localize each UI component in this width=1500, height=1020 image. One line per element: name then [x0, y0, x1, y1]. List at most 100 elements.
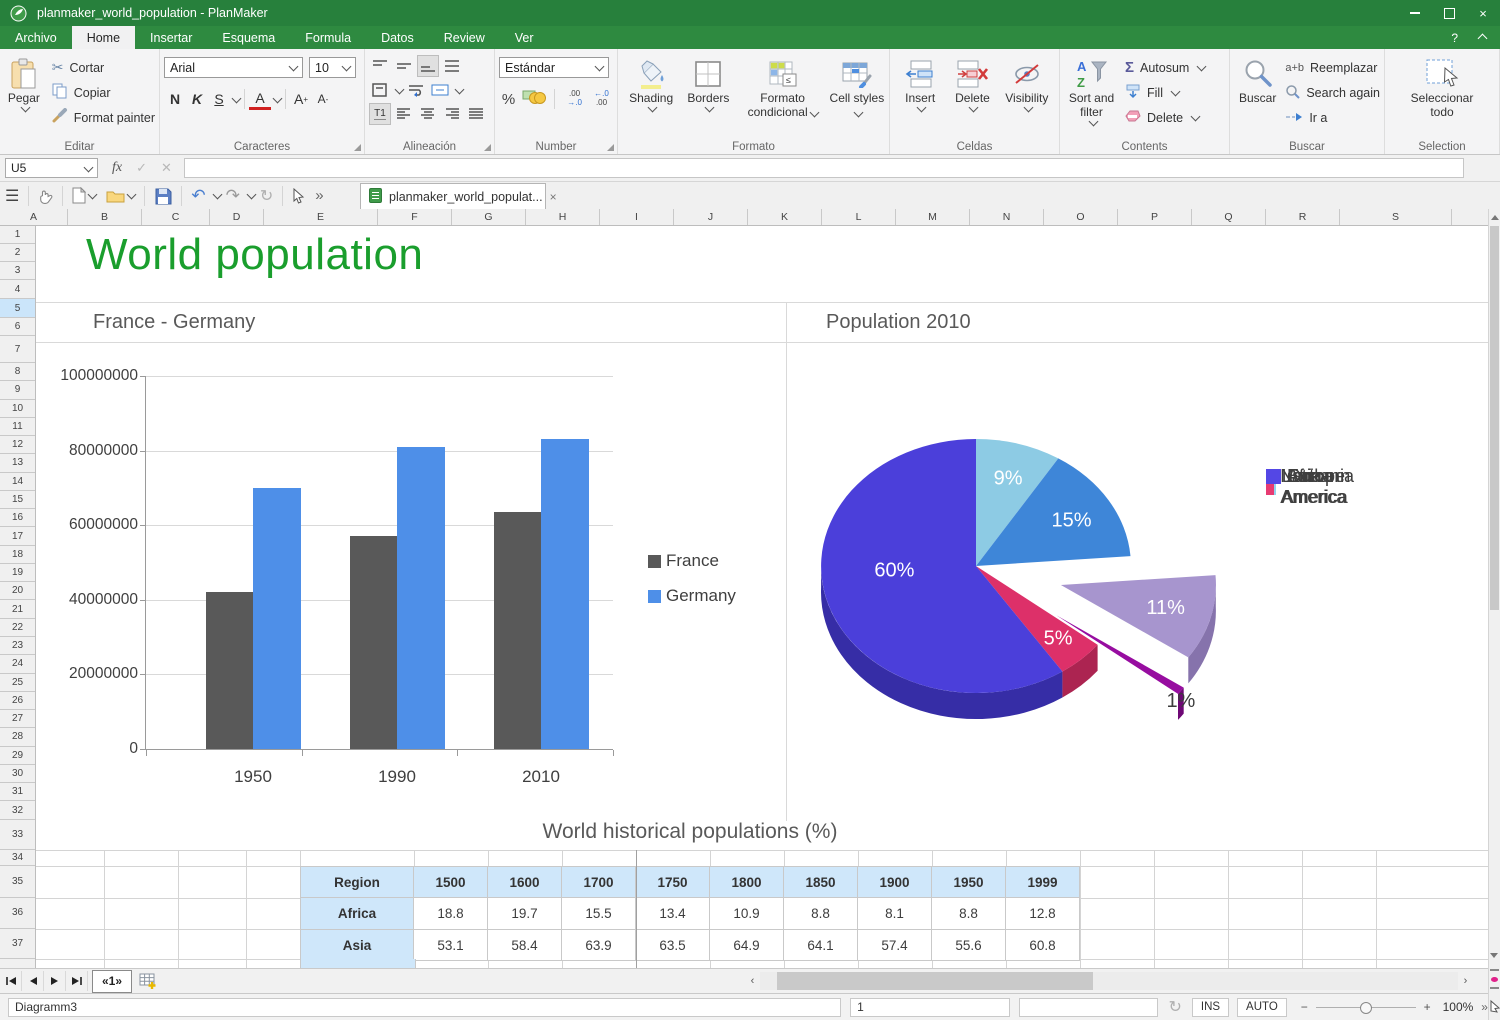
- select-objects-icon[interactable]: [1489, 999, 1500, 1018]
- row-header-9[interactable]: 9: [0, 381, 35, 399]
- hand-tool-icon[interactable]: [38, 188, 53, 204]
- row-header-31[interactable]: 31: [0, 783, 35, 801]
- conditional-formatting-button[interactable]: ≤ Formato condicional: [737, 55, 829, 138]
- row-header-33[interactable]: 33: [0, 820, 35, 850]
- row-header-24[interactable]: 24: [0, 655, 35, 673]
- row-header-11[interactable]: 11: [0, 418, 35, 436]
- column-header-H[interactable]: H: [526, 209, 600, 225]
- cut-button[interactable]: ✂Cortar: [52, 55, 155, 80]
- column-header-E[interactable]: E: [264, 209, 378, 225]
- row-header-22[interactable]: 22: [0, 619, 35, 637]
- table-header-1700[interactable]: 1700: [562, 866, 636, 898]
- horizontal-scroll-thumb[interactable]: [777, 972, 1093, 990]
- row-header-5[interactable]: 5: [0, 299, 35, 318]
- number-format-select[interactable]: Estándar: [499, 57, 609, 78]
- table-header-1900[interactable]: 1900: [858, 866, 932, 898]
- format-painter-button[interactable]: Format painter: [52, 105, 155, 130]
- row-header-15[interactable]: 15: [0, 491, 35, 509]
- table-cell[interactable]: 12.8: [1006, 898, 1080, 930]
- orientation-options-icon[interactable]: [395, 84, 405, 94]
- table-cell[interactable]: 8.8: [932, 898, 1006, 930]
- replace-button[interactable]: a+bReemplazar: [1285, 55, 1380, 80]
- statusbar-more-icon[interactable]: »: [1481, 1000, 1488, 1014]
- first-sheet-button[interactable]: [0, 971, 22, 991]
- row-header-26[interactable]: 26: [0, 692, 35, 710]
- split-top-handle[interactable]: [1490, 969, 1499, 971]
- table-cell[interactable]: 8.8: [784, 898, 858, 930]
- italic-button[interactable]: K: [186, 87, 208, 111]
- shading-button[interactable]: Shading: [622, 55, 680, 138]
- zoom-in-icon[interactable]: +: [1424, 1000, 1431, 1014]
- close-button[interactable]: ×: [1466, 0, 1500, 26]
- new-document-icon[interactable]: [72, 187, 96, 204]
- row-header-21[interactable]: 21: [0, 600, 35, 618]
- split-bottom-handle[interactable]: [1490, 987, 1499, 989]
- table-cell[interactable]: 10.9: [710, 898, 784, 930]
- row-headers[interactable]: 1234567891011121314151617181920212223242…: [0, 226, 36, 968]
- row-header-36[interactable]: 36: [0, 898, 35, 929]
- column-header-D[interactable]: D: [210, 209, 264, 225]
- prev-sheet-button[interactable]: [22, 971, 44, 991]
- tab-close-icon[interactable]: ×: [550, 190, 557, 204]
- add-decimal-button[interactable]: .00→.0: [563, 90, 586, 108]
- caracteres-dialog-launcher[interactable]: [354, 144, 361, 151]
- row-header-28[interactable]: 28: [0, 728, 35, 746]
- table-region-Asia[interactable]: Asia: [300, 930, 414, 961]
- scroll-up-icon[interactable]: [1491, 215, 1499, 220]
- column-header-C[interactable]: C: [142, 209, 210, 225]
- bar-France-2010[interactable]: [494, 512, 542, 749]
- column-header-I[interactable]: I: [600, 209, 674, 225]
- pointer-icon[interactable]: [292, 188, 305, 204]
- column-header-J[interactable]: J: [674, 209, 748, 225]
- table-cell[interactable]: 57.4: [858, 930, 932, 961]
- table-header-1500[interactable]: 1500: [414, 866, 488, 898]
- sheet-tab-active[interactable]: «1»: [92, 970, 132, 993]
- row-header-23[interactable]: 23: [0, 637, 35, 655]
- populations-table[interactable]: Region1500160017001750180018501900195019…: [300, 866, 1080, 961]
- sort-filter-button[interactable]: AZ Sort and filter: [1064, 55, 1119, 138]
- underline-button[interactable]: S: [208, 87, 230, 111]
- bar-chart-object[interactable]: France - Germany 10000000080000000600000…: [36, 302, 786, 821]
- menu-insertar[interactable]: Insertar: [135, 26, 207, 49]
- table-cell[interactable]: 13.4: [636, 898, 710, 930]
- table-cell[interactable]: 8.1: [858, 898, 932, 930]
- delete-cells-button[interactable]: Delete: [947, 55, 997, 138]
- font-name-select[interactable]: Arial: [164, 57, 303, 78]
- table-header-1850[interactable]: 1850: [784, 866, 858, 898]
- column-header-O[interactable]: O: [1044, 209, 1118, 225]
- column-header-L[interactable]: L: [822, 209, 896, 225]
- merge-cells-icon[interactable]: [429, 79, 451, 101]
- row-header-34[interactable]: 34: [0, 850, 35, 866]
- row-header-35[interactable]: 35: [0, 866, 35, 898]
- table-header-1750[interactable]: 1750: [636, 866, 710, 898]
- table-header-1950[interactable]: 1950: [932, 866, 1006, 898]
- insert-mode-badge[interactable]: INS: [1192, 998, 1229, 1017]
- row-header-3[interactable]: 3: [0, 262, 35, 280]
- formula-input[interactable]: [184, 158, 1464, 178]
- column-headers[interactable]: ABCDEFGHIJKLMNOPQRS: [0, 209, 1488, 226]
- next-sheet-button[interactable]: [44, 971, 66, 991]
- align-justify-icon[interactable]: [465, 103, 487, 125]
- table-cell[interactable]: 55.6: [932, 930, 1006, 961]
- vertical-scrollbar[interactable]: [1488, 209, 1500, 1020]
- column-header-K[interactable]: K: [748, 209, 822, 225]
- cancel-icon[interactable]: ✕: [161, 160, 172, 176]
- row-header-13[interactable]: 13: [0, 454, 35, 472]
- row-header-7[interactable]: 7: [0, 336, 35, 363]
- table-cell[interactable]: 18.8: [414, 898, 488, 930]
- add-sheet-icon[interactable]: [139, 973, 158, 990]
- menu-archivo[interactable]: Archivo: [0, 26, 72, 49]
- table-cell[interactable]: 19.7: [488, 898, 562, 930]
- orientation-t1-icon[interactable]: T1: [369, 103, 391, 125]
- visibility-button[interactable]: Visibility: [1000, 55, 1054, 138]
- table-header-Region[interactable]: Region: [300, 866, 414, 898]
- remove-decimal-button[interactable]: ←.0.00: [590, 90, 613, 108]
- currency-icon[interactable]: [522, 88, 546, 110]
- scroll-down-icon[interactable]: [1490, 953, 1498, 958]
- column-header-P[interactable]: P: [1118, 209, 1192, 225]
- valign-center-icon[interactable]: [393, 55, 415, 77]
- bar-France-1950[interactable]: [206, 592, 254, 749]
- pie-chart-object[interactable]: Population 2010 9%15%11%1%5%60% Latin Am…: [786, 302, 1488, 821]
- row-header-8[interactable]: 8: [0, 363, 35, 381]
- row-header-19[interactable]: 19: [0, 564, 35, 582]
